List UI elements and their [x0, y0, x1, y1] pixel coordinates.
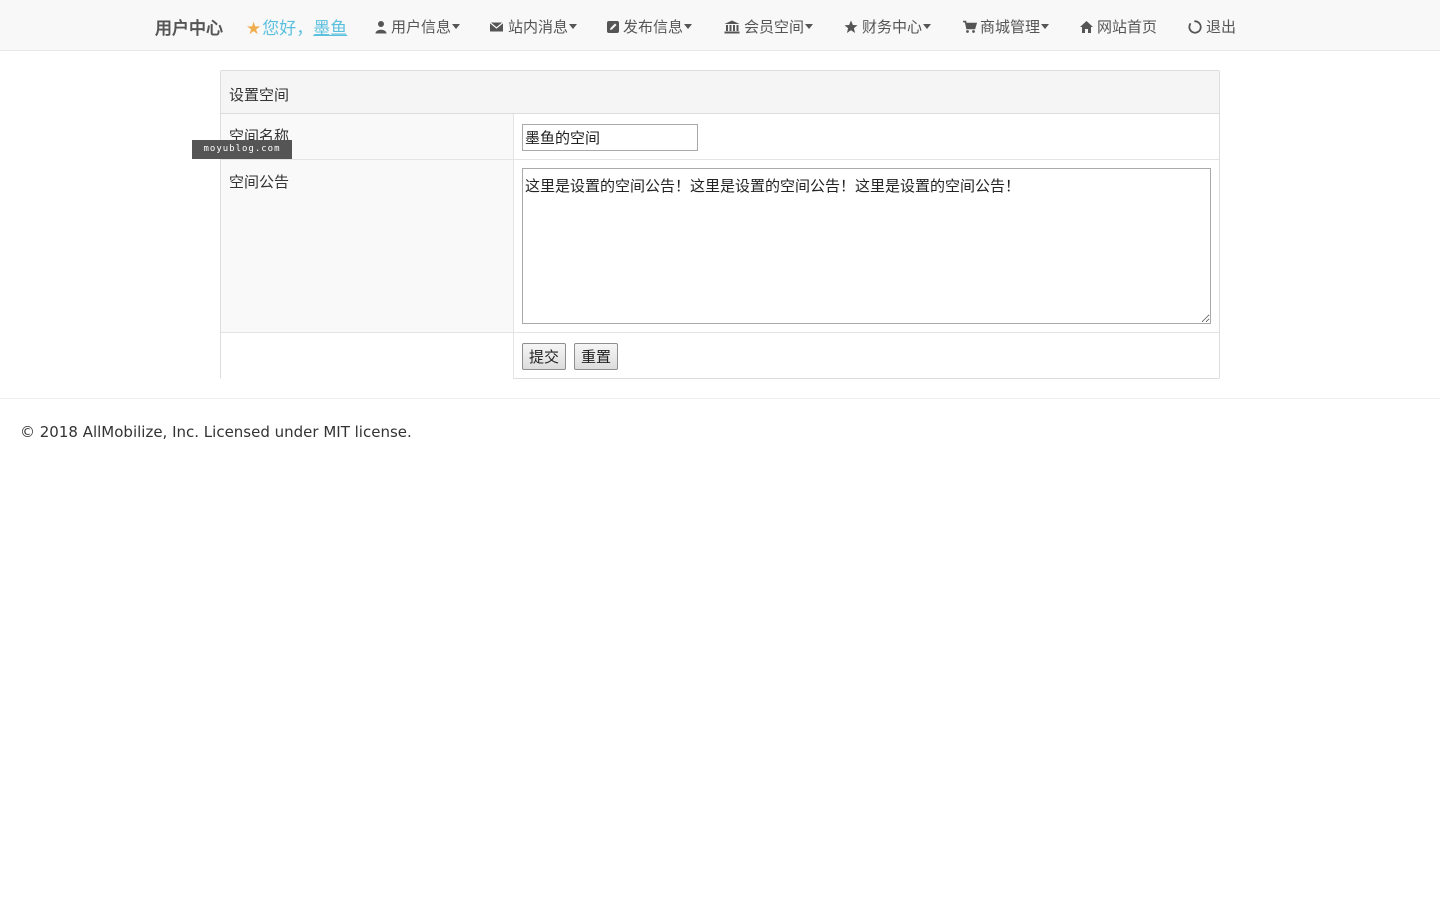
space-notice-textarea[interactable]: 这里是设置的空间公告！这里是设置的空间公告！这里是设置的空间公告！ [522, 168, 1211, 324]
greeting: ★您好，墨鱼 [246, 14, 347, 39]
nav-item-label: 会员空间 [744, 18, 805, 36]
nav-item-label: 发布信息 [623, 18, 684, 36]
nav-item-label: 站内消息 [508, 18, 569, 36]
space-settings-panel: 设置空间 空间名称 空间公告 这里是设置的空间公告！这里是设置的空间公告！这里是… [220, 70, 1220, 379]
nav-item-member-space[interactable]: 会员空间 [723, 16, 814, 37]
brand-title[interactable]: 用户中心 [155, 14, 223, 39]
actions-cell: 提交 重置 [514, 333, 1219, 379]
caret-down-icon [923, 24, 932, 29]
nav-item-finance[interactable]: 财务中心 [843, 16, 932, 37]
envelope-icon [489, 22, 504, 32]
actions-row: 提交 重置 [221, 333, 1219, 379]
footer-divider [0, 398, 1440, 399]
watermark: moyublog.com [192, 140, 292, 159]
space-notice-cell: 这里是设置的空间公告！这里是设置的空间公告！这里是设置的空间公告！ [514, 160, 1219, 332]
caret-down-icon [1041, 24, 1050, 29]
space-name-row: 空间名称 [221, 114, 1219, 160]
home-icon [1080, 21, 1093, 33]
space-notice-row: 空间公告 这里是设置的空间公告！这里是设置的空间公告！这里是设置的空间公告！ [221, 160, 1219, 333]
user-icon [375, 21, 387, 34]
top-navbar: 用户中心 ★您好，墨鱼 用户信息 站内消息 发布信息 会员空间 财务中心 商城管… [0, 0, 1440, 51]
actions-label-cell [221, 333, 514, 379]
nav-item-publish[interactable]: 发布信息 [606, 16, 693, 37]
nav-item-user-info[interactable]: 用户信息 [374, 16, 461, 37]
greeting-prefix: 您好， [262, 19, 314, 39]
space-name-input[interactable] [522, 124, 698, 151]
star-icon [844, 20, 858, 33]
power-icon [1188, 20, 1202, 34]
nav-item-label: 网站首页 [1097, 18, 1158, 36]
edit-icon [607, 21, 619, 33]
submit-button[interactable]: 提交 [522, 343, 567, 370]
star-icon: ★ [246, 19, 262, 39]
footer-copyright: © 2018 AllMobilize, Inc. Licensed under … [20, 423, 412, 441]
caret-down-icon [684, 24, 693, 29]
reset-button[interactable]: 重置 [574, 343, 619, 370]
nav-item-home[interactable]: 网站首页 [1079, 16, 1157, 37]
nav-item-label: 退出 [1206, 18, 1237, 36]
nav-item-messages[interactable]: 站内消息 [488, 16, 578, 37]
caret-down-icon [569, 24, 578, 29]
nav-item-label: 用户信息 [391, 18, 452, 36]
nav-item-label: 财务中心 [862, 18, 923, 36]
nav-item-label: 商城管理 [980, 18, 1041, 36]
bank-icon [724, 20, 740, 34]
username-link[interactable]: 墨鱼 [313, 19, 347, 39]
panel-title: 设置空间 [221, 71, 1219, 114]
space-notice-label: 空间公告 [221, 160, 514, 332]
cart-icon [963, 20, 977, 33]
nav-item-logout[interactable]: 退出 [1187, 16, 1236, 37]
caret-down-icon [805, 24, 814, 29]
caret-down-icon [452, 24, 461, 29]
nav-item-mall[interactable]: 商城管理 [962, 16, 1050, 37]
space-name-cell [514, 114, 1219, 159]
